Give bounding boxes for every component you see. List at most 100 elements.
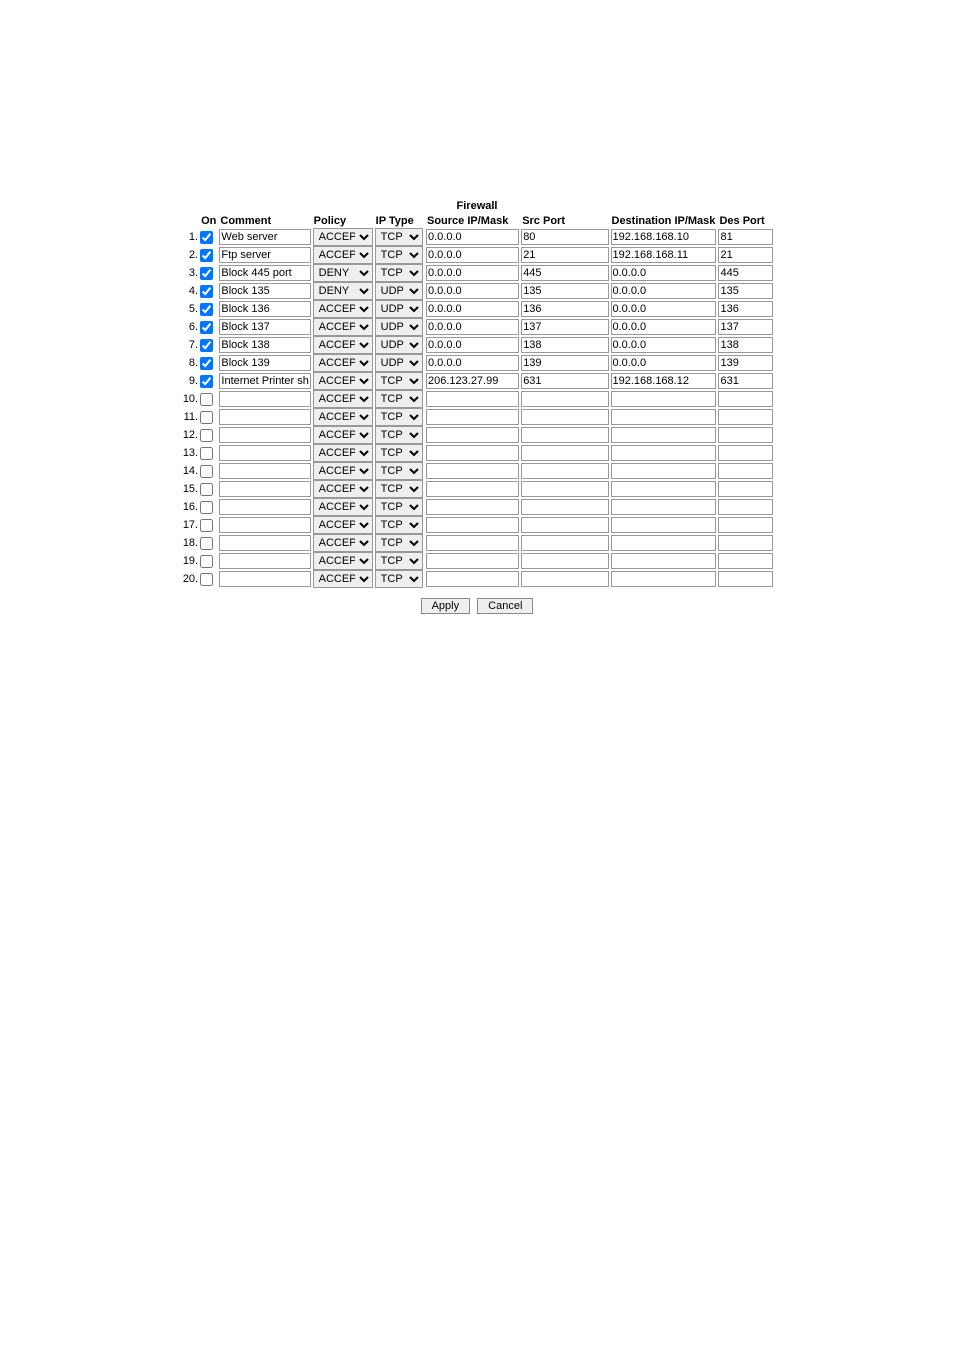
destination-port-field[interactable]	[718, 553, 773, 569]
destination-port-field[interactable]	[718, 571, 773, 587]
policy-select[interactable]: ACCEPTDENY	[313, 444, 373, 462]
enable-checkbox[interactable]	[200, 285, 213, 298]
enable-checkbox[interactable]	[200, 267, 213, 280]
destination-ip-field[interactable]	[611, 265, 717, 281]
destination-ip-field[interactable]	[611, 337, 717, 353]
enable-checkbox[interactable]	[200, 429, 213, 442]
destination-port-field[interactable]	[718, 445, 773, 461]
cancel-button[interactable]	[477, 598, 533, 614]
comment-field[interactable]	[219, 535, 310, 551]
destination-ip-field[interactable]	[611, 409, 717, 425]
destination-ip-field[interactable]	[611, 553, 717, 569]
destination-port-field[interactable]	[718, 409, 773, 425]
destination-ip-field[interactable]	[611, 535, 717, 551]
enable-checkbox[interactable]	[200, 357, 213, 370]
source-port-field[interactable]	[521, 265, 608, 281]
destination-port-field[interactable]	[718, 391, 773, 407]
source-port-field[interactable]	[521, 319, 608, 335]
source-ip-field[interactable]	[426, 247, 519, 263]
comment-field[interactable]	[219, 445, 310, 461]
destination-port-field[interactable]	[718, 517, 773, 533]
source-port-field[interactable]	[521, 409, 608, 425]
source-ip-field[interactable]	[426, 499, 519, 515]
source-ip-field[interactable]	[426, 337, 519, 353]
policy-select[interactable]: ACCEPTDENY	[313, 534, 373, 552]
source-ip-field[interactable]	[426, 355, 519, 371]
comment-field[interactable]	[219, 247, 310, 263]
enable-checkbox[interactable]	[200, 519, 213, 532]
source-port-field[interactable]	[521, 427, 608, 443]
apply-button[interactable]	[421, 598, 471, 614]
destination-port-field[interactable]	[718, 283, 773, 299]
destination-ip-field[interactable]	[611, 283, 717, 299]
policy-select[interactable]: ACCEPTDENY	[313, 354, 373, 372]
comment-field[interactable]	[219, 391, 310, 407]
source-port-field[interactable]	[521, 355, 608, 371]
source-port-field[interactable]	[521, 463, 608, 479]
destination-port-field[interactable]	[718, 373, 773, 389]
policy-select[interactable]: ACCEPTDENY	[313, 408, 373, 426]
comment-field[interactable]	[219, 319, 310, 335]
policy-select[interactable]: ACCEPTDENY	[313, 228, 373, 246]
destination-ip-field[interactable]	[611, 517, 717, 533]
source-port-field[interactable]	[521, 535, 608, 551]
destination-ip-field[interactable]	[611, 373, 717, 389]
policy-select[interactable]: ACCEPTDENY	[313, 552, 373, 570]
policy-select[interactable]: ACCEPTDENY	[313, 570, 373, 588]
source-ip-field[interactable]	[426, 373, 519, 389]
destination-ip-field[interactable]	[611, 301, 717, 317]
destination-port-field[interactable]	[718, 319, 773, 335]
source-port-field[interactable]	[521, 517, 608, 533]
enable-checkbox[interactable]	[200, 393, 213, 406]
iptype-select[interactable]: TCPUDP	[375, 390, 423, 408]
destination-port-field[interactable]	[718, 427, 773, 443]
enable-checkbox[interactable]	[200, 303, 213, 316]
source-ip-field[interactable]	[426, 445, 519, 461]
comment-field[interactable]	[219, 337, 310, 353]
enable-checkbox[interactable]	[200, 501, 213, 514]
source-port-field[interactable]	[521, 553, 608, 569]
comment-field[interactable]	[219, 373, 310, 389]
policy-select[interactable]: ACCEPTDENY	[313, 282, 373, 300]
source-port-field[interactable]	[521, 229, 608, 245]
destination-port-field[interactable]	[718, 499, 773, 515]
iptype-select[interactable]: TCPUDP	[375, 516, 423, 534]
source-port-field[interactable]	[521, 391, 608, 407]
comment-field[interactable]	[219, 427, 310, 443]
source-port-field[interactable]	[521, 301, 608, 317]
iptype-select[interactable]: TCPUDP	[375, 498, 423, 516]
iptype-select[interactable]: TCPUDP	[375, 426, 423, 444]
iptype-select[interactable]: TCPUDP	[375, 408, 423, 426]
comment-field[interactable]	[219, 553, 310, 569]
enable-checkbox[interactable]	[200, 483, 213, 496]
destination-port-field[interactable]	[718, 265, 773, 281]
comment-field[interactable]	[219, 517, 310, 533]
iptype-select[interactable]: TCPUDP	[375, 354, 423, 372]
source-ip-field[interactable]	[426, 553, 519, 569]
comment-field[interactable]	[219, 409, 310, 425]
destination-port-field[interactable]	[718, 247, 773, 263]
iptype-select[interactable]: TCPUDP	[375, 300, 423, 318]
enable-checkbox[interactable]	[200, 339, 213, 352]
destination-ip-field[interactable]	[611, 427, 717, 443]
policy-select[interactable]: ACCEPTDENY	[313, 318, 373, 336]
comment-field[interactable]	[219, 355, 310, 371]
source-port-field[interactable]	[521, 283, 608, 299]
iptype-select[interactable]: TCPUDP	[375, 462, 423, 480]
iptype-select[interactable]: TCPUDP	[375, 246, 423, 264]
destination-port-field[interactable]	[718, 463, 773, 479]
iptype-select[interactable]: TCPUDP	[375, 282, 423, 300]
destination-ip-field[interactable]	[611, 499, 717, 515]
policy-select[interactable]: ACCEPTDENY	[313, 480, 373, 498]
iptype-select[interactable]: TCPUDP	[375, 480, 423, 498]
destination-ip-field[interactable]	[611, 247, 717, 263]
source-ip-field[interactable]	[426, 409, 519, 425]
destination-ip-field[interactable]	[611, 445, 717, 461]
destination-port-field[interactable]	[718, 229, 773, 245]
source-ip-field[interactable]	[426, 229, 519, 245]
destination-port-field[interactable]	[718, 301, 773, 317]
source-ip-field[interactable]	[426, 301, 519, 317]
source-ip-field[interactable]	[426, 571, 519, 587]
source-port-field[interactable]	[521, 445, 608, 461]
destination-ip-field[interactable]	[611, 229, 717, 245]
